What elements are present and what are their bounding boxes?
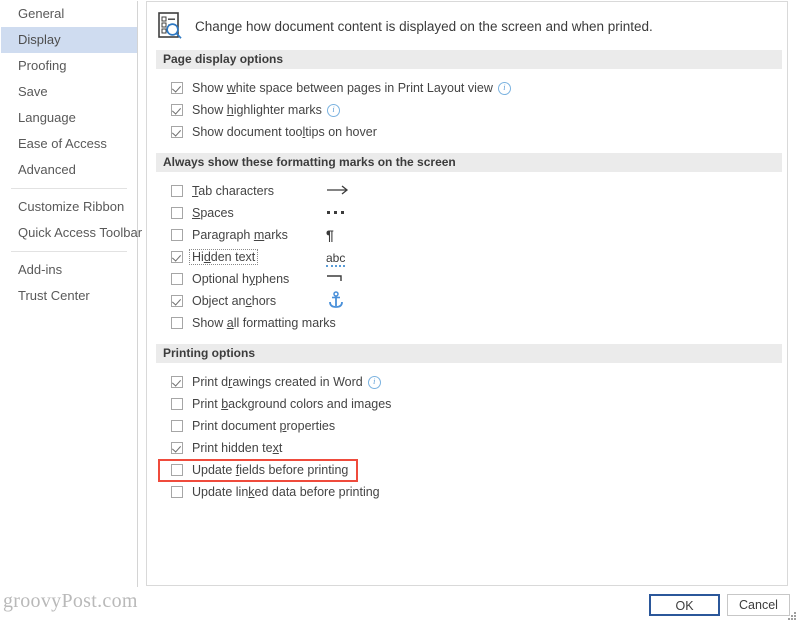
options-category-list: General Display Proofing Save Language Ease o… <box>1 1 142 587</box>
display-options-pane: Change how document content is displayed… <box>146 1 788 586</box>
pane-header-text: Change how document content is displayed… <box>195 18 653 34</box>
sidebar-item-ease-of-access[interactable]: Ease of Access <box>1 131 137 157</box>
sidebar-item-customize-ribbon[interactable]: Customize Ribbon <box>1 194 137 220</box>
option-label[interactable]: Spaces <box>192 206 234 220</box>
checkbox-unchecked[interactable] <box>171 229 183 241</box>
checkbox-unchecked[interactable] <box>171 464 183 476</box>
option-label[interactable]: Show white space between pages in Print … <box>192 81 493 95</box>
option-label[interactable]: Tab characters <box>192 184 274 198</box>
sidebar-item-add-ins[interactable]: Add-ins <box>1 257 137 283</box>
section-body-page-display-options: Show white space between pages in Print … <box>147 69 787 153</box>
section-header-printing-options: Printing options <box>156 344 782 363</box>
option-label[interactable]: Hidden text <box>189 249 259 265</box>
option-row[interactable]: Print hidden text <box>156 437 787 459</box>
checkbox-checked[interactable] <box>171 442 183 454</box>
checkbox-checked[interactable] <box>171 82 183 94</box>
tab-arrow-icon <box>326 184 366 199</box>
option-label[interactable]: Show document tooltips on hover <box>192 125 377 139</box>
option-row[interactable]: Update fields before printing <box>156 459 787 481</box>
option-row[interactable]: Show white space between pages in Print … <box>156 77 787 99</box>
option-row[interactable]: Update linked data before printing <box>156 481 787 503</box>
space-dots-icon <box>326 206 366 221</box>
sidebar-item-display[interactable]: Display <box>1 27 137 53</box>
info-icon[interactable]: i <box>367 375 381 389</box>
checkbox-checked[interactable] <box>171 251 183 263</box>
resize-grip[interactable] <box>788 612 797 621</box>
section-header-formatting-marks: Always show these formatting marks on th… <box>156 153 782 172</box>
option-label[interactable]: Print background colors and images <box>192 397 391 411</box>
checkbox-checked[interactable] <box>171 295 183 307</box>
option-label[interactable]: Update fields before printing <box>192 463 348 477</box>
checkbox-unchecked[interactable] <box>171 317 183 329</box>
option-row[interactable]: Optional hyphens <box>156 268 787 290</box>
option-label[interactable]: Print hidden text <box>192 441 282 455</box>
checkbox-checked[interactable] <box>171 376 183 388</box>
sidebar-item-proofing[interactable]: Proofing <box>1 53 137 79</box>
sidebar-item-trust-center[interactable]: Trust Center <box>1 283 137 309</box>
checkbox-unchecked[interactable] <box>171 486 183 498</box>
pane-header: Change how document content is displayed… <box>147 2 787 50</box>
info-icon[interactable]: i <box>497 81 511 95</box>
word-options-dialog: General Display Proofing Save Language Ease o… <box>0 0 800 624</box>
option-row[interactable]: Show document tooltips on hover <box>156 121 787 143</box>
option-row[interactable]: Show highlighter marks i <box>156 99 787 121</box>
ok-button[interactable]: OK <box>649 594 720 616</box>
checkbox-unchecked[interactable] <box>171 273 183 285</box>
option-label[interactable]: Optional hyphens <box>192 272 289 286</box>
nav-separator <box>11 188 127 189</box>
cancel-button[interactable]: Cancel <box>727 594 790 616</box>
sidebar-item-save[interactable]: Save <box>1 79 137 105</box>
option-row[interactable]: Spaces <box>156 202 787 224</box>
option-label[interactable]: Print drawings created in Word <box>192 375 363 389</box>
option-row[interactable]: Show all formatting marks <box>156 312 787 334</box>
optional-hyphen-icon <box>326 272 366 287</box>
checkbox-checked[interactable] <box>171 104 183 116</box>
option-label[interactable]: Show highlighter marks <box>192 103 322 117</box>
checkbox-unchecked[interactable] <box>171 398 183 410</box>
option-label[interactable]: Paragraph marks <box>192 228 288 242</box>
hidden-text-abc-icon: abc <box>326 250 346 267</box>
checkbox-unchecked[interactable] <box>171 185 183 197</box>
section-body-formatting-marks: Tab characters Spaces Paragraph marks ¶ Hidd… <box>147 172 787 344</box>
nav-separator <box>11 251 127 252</box>
options-sections: Page display options Show white space bet… <box>147 50 787 513</box>
object-anchor-icon <box>326 290 366 312</box>
option-label[interactable]: Print document properties <box>192 419 335 433</box>
section-body-printing-options: Print drawings created in Word i Print bac… <box>147 363 787 513</box>
document-search-icon <box>157 11 185 41</box>
option-row[interactable]: Object anchors <box>156 290 787 312</box>
option-label[interactable]: Object anchors <box>192 294 276 308</box>
sidebar-item-language[interactable]: Language <box>1 105 137 131</box>
option-row[interactable]: Print background colors and images <box>156 393 787 415</box>
option-row[interactable]: Print document properties <box>156 415 787 437</box>
option-label[interactable]: Update linked data before printing <box>192 485 380 499</box>
sidebar-item-quick-access-toolbar[interactable]: Quick Access Toolbar <box>1 220 142 246</box>
info-icon[interactable]: i <box>326 103 340 117</box>
sidebar-item-advanced[interactable]: Advanced <box>1 157 137 183</box>
option-label[interactable]: Show all formatting marks <box>192 316 336 330</box>
option-row[interactable]: Tab characters <box>156 180 787 202</box>
pilcrow-icon: ¶ <box>326 227 334 243</box>
option-row[interactable]: Paragraph marks ¶ <box>156 224 787 246</box>
option-row[interactable]: Print drawings created in Word i <box>156 371 787 393</box>
sidebar-item-general[interactable]: General <box>1 1 137 27</box>
watermark: groovyPost.com <box>3 590 138 612</box>
section-header-page-display-options: Page display options <box>156 50 782 69</box>
checkbox-checked[interactable] <box>171 126 183 138</box>
checkbox-unchecked[interactable] <box>171 420 183 432</box>
checkbox-unchecked[interactable] <box>171 207 183 219</box>
option-row[interactable]: Hidden text abc <box>156 246 787 268</box>
